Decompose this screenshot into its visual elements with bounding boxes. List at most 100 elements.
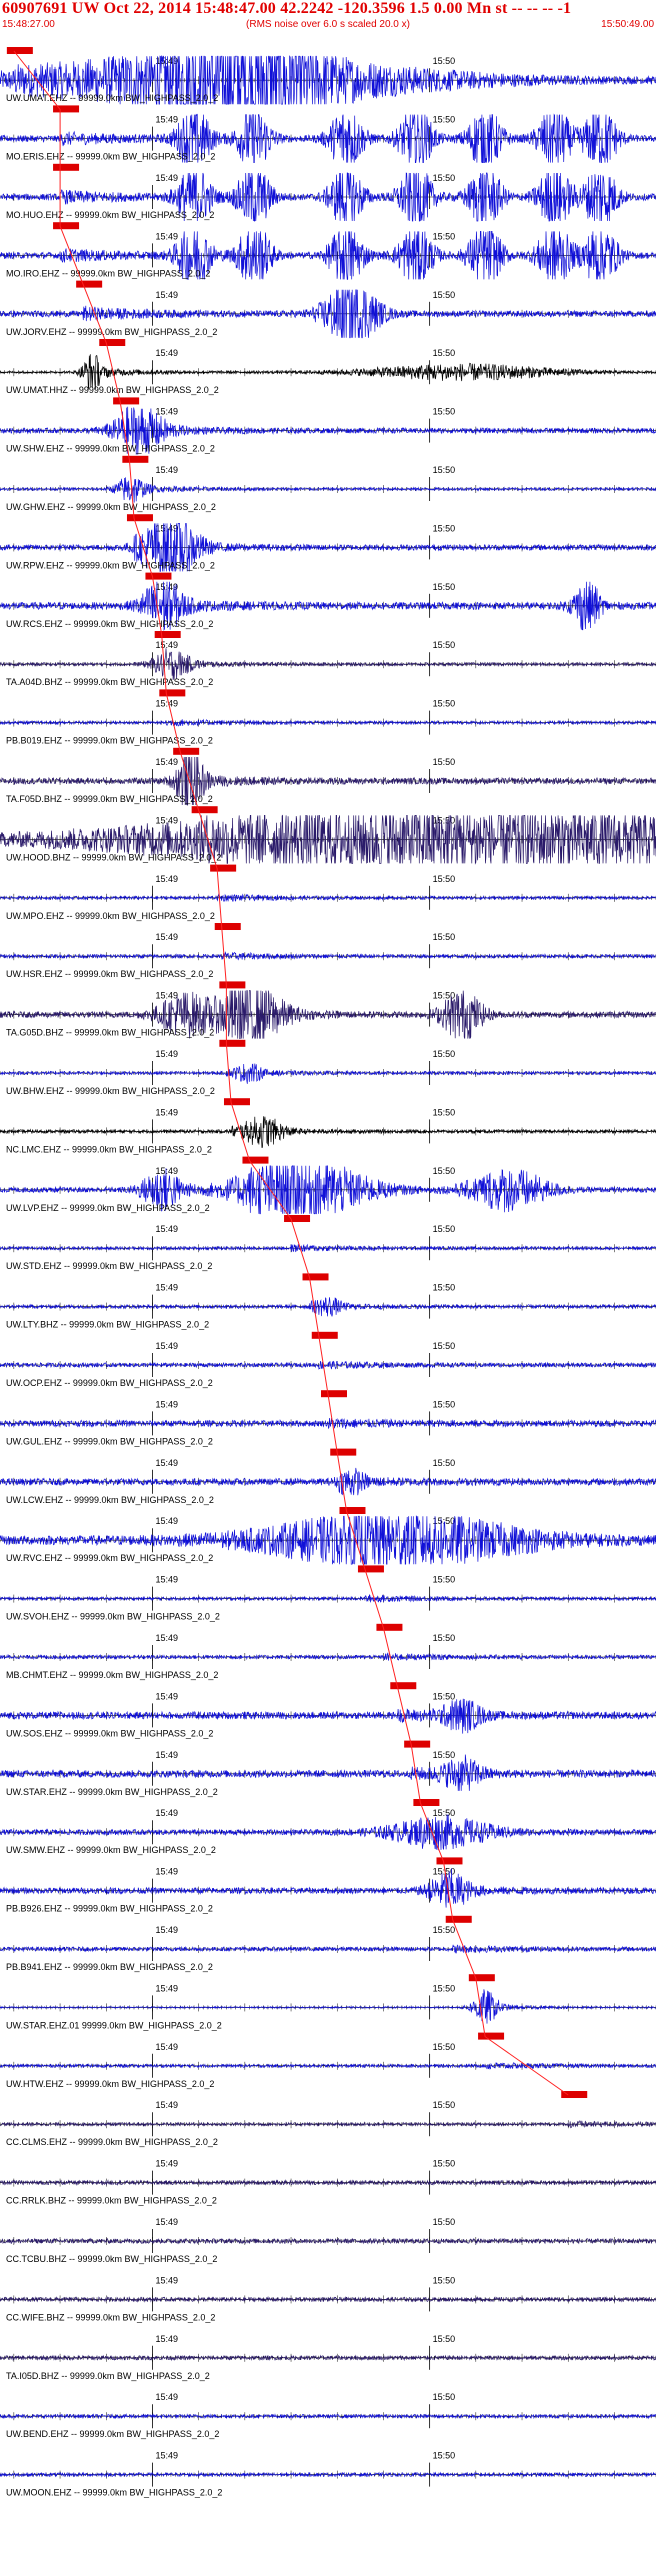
minute-label: 15:50 — [433, 231, 456, 241]
minute-label: 15:49 — [155, 115, 178, 125]
trace-7: 15:49 15:50 UW.GHW.EHZ -- 99999.0km BW_HIG… — [0, 455, 656, 512]
trace-18: 15:49 15:50 NC.LMC.EHZ -- 99999.0km BW_HIG… — [0, 1098, 656, 1154]
trace-label: UW.GUL.EHZ -- 99999.0km BW_HIGHPASS_2.0_… — [6, 1436, 213, 1446]
pick-marker — [436, 1857, 463, 1865]
minute-label: 15:49 — [155, 1399, 178, 1409]
minute-label: 15:49 — [155, 991, 178, 1001]
minute-label: 15:49 — [155, 465, 178, 475]
trace-19: 15:49 15:50 UW.LVP.EHZ -- 99999.0km BW_HIG… — [0, 1156, 656, 1215]
minute-label: 15:50 — [433, 1575, 456, 1585]
end-time: 15:50:49.00 — [601, 19, 654, 30]
pick-marker — [302, 1273, 329, 1281]
minute-label: 15:49 — [155, 1341, 178, 1351]
minute-label: 15:50 — [433, 1691, 456, 1701]
trace-2: 15:49 15:50 MO.HUO.EHZ -- 99999.0km BW_HIG… — [0, 163, 656, 222]
trace-label: UW.SVOH.EHZ -- 99999.0km BW_HIGHPASS_2.0… — [6, 1612, 220, 1622]
pick-marker — [126, 514, 153, 522]
trace-16: 15:49 15:50TA.G05D.BHZ -- 99999.0km BW_HI… — [0, 981, 656, 1040]
waveform — [0, 648, 656, 681]
pick-marker — [53, 222, 80, 230]
trace-27: 15:49 15:50 MB.CHMT.EHZ -- 99999.0km BW_HI… — [0, 1623, 656, 1680]
minute-label: 15:50 — [433, 874, 456, 884]
trace-label: NC.LMC.EHZ -- 99999.0km BW_HIGHPASS_2.0_… — [6, 1144, 212, 1154]
minute-label: 15:49 — [155, 932, 178, 942]
pick-marker — [122, 455, 149, 463]
minute-label: 15:50 — [433, 1750, 456, 1760]
trace-28: 15:49 15:50 UW.SOS.EHZ -- 99999.0km BW_HIG… — [0, 1682, 656, 1738]
waveform — [0, 1243, 656, 1253]
minute-label: 15:49 — [155, 1516, 178, 1526]
minute-label: 15:49 — [155, 1458, 178, 1468]
pick-marker — [376, 1623, 403, 1631]
trace-31: 15:49 15:50PB.B926.EHZ -- 99999.0km BW_HI… — [0, 1857, 656, 1914]
trace-26: 15:49 15:50 UW.SVOH.EHZ -- 99999.0km BW_HI… — [0, 1565, 656, 1622]
pick-marker — [145, 572, 172, 580]
trace-4: 15:49 15:50 UW.JORV.EHZ -- 99999.0km BW_HI… — [0, 280, 656, 339]
trace-label: UW.SHW.EHZ -- 99999.0km BW_HIGHPASS_2.0_… — [6, 444, 215, 454]
minute-label: 15:50 — [433, 523, 456, 533]
minute-label: 15:50 — [433, 1808, 456, 1818]
trace-8: 15:49 15:50UW.RPW.EHZ -- 99999.0km BW_HIG… — [0, 514, 656, 572]
waveform — [0, 1652, 656, 1661]
pick-marker — [357, 1565, 384, 1573]
pick-marker — [223, 1098, 250, 1106]
pick-marker — [242, 1156, 269, 1164]
trace-label: TA.F05D.BHZ -- 99999.0km BW_HIGHPASS_2.0… — [6, 794, 213, 804]
trace-12: 15:49 15:50 TA.F05D.BHZ -- 99999.0km BW_HI… — [0, 747, 656, 806]
minute-label: 15:50 — [433, 1224, 456, 1234]
trace-label: UW.BHW.EHZ -- 99999.0km BW_HIGHPASS_2.0_… — [6, 1086, 215, 1096]
pick-marker — [330, 1448, 357, 1456]
trace-label: PB.B019.EHZ -- 99999.0km BW_HIGHPASS_2.0… — [6, 736, 213, 746]
minute-label: 15:49 — [155, 1691, 178, 1701]
pick-marker — [219, 1039, 246, 1047]
trace-6: 15:49 15:50 UW.SHW.EHZ -- 99999.0km BW_HIG… — [0, 397, 656, 455]
minute-label: 15:50 — [433, 1283, 456, 1293]
pick-marker — [76, 280, 103, 288]
pick-marker — [413, 1799, 440, 1807]
pick-marker — [210, 864, 237, 872]
pick-marker — [191, 806, 218, 814]
minute-label: 15:49 — [155, 1750, 178, 1760]
minute-label: 15:49 — [155, 1283, 178, 1293]
minute-label: 15:49 — [155, 1633, 178, 1643]
minute-label: 15:49 — [155, 699, 178, 709]
minute-label: 15:49 — [155, 1808, 178, 1818]
trace-label: PB.B926.EHZ -- 99999.0km BW_HIGHPASS_2.0… — [6, 1904, 213, 1914]
trace-11: 15:49 15:50 PB.B019.EHZ -- 99999.0km BW_HI… — [0, 689, 656, 746]
trace-13: 15:49 15:50UW.HOOD.BHZ -- 99999.0km BW_HI… — [0, 806, 656, 865]
minute-label: 15:50 — [433, 407, 456, 417]
trace-label: UW.JORV.EHZ -- 99999.0km BW_HIGHPASS_2.0… — [6, 327, 217, 337]
pick-marker — [284, 1215, 311, 1223]
trace-label: UW.RVC.EHZ -- 99999.0km BW_HIGHPASS_2.0_… — [6, 1553, 213, 1563]
pick-marker — [311, 1331, 338, 1339]
pick-marker — [339, 1507, 366, 1515]
minute-label: 15:50 — [433, 1107, 456, 1117]
pick-marker — [219, 981, 246, 989]
minute-label: 15:49 — [155, 1107, 178, 1117]
trace-25: 15:49 15:50UW.RVC.EHZ -- 99999.0km BW_HIG… — [0, 1507, 656, 1565]
trace-23: 15:49 15:50 UW.GUL.EHZ -- 99999.0km BW_HIG… — [0, 1390, 656, 1446]
trace-17: 15:49 15:50 UW.BHW.EHZ -- 99999.0km BW_HIG… — [0, 1039, 656, 1096]
minute-label: 15:50 — [433, 1458, 456, 1468]
minute-label: 15:50 — [433, 348, 456, 358]
trace-1: 15:49 15:50 MO.ERIS.EHZ -- 99999.0km BW_HI… — [0, 105, 656, 163]
trace-14: 15:49 15:50 UW.MPO.EHZ -- 99999.0km BW_HIG… — [0, 864, 656, 921]
trace-label: MO.ERIS.EHZ -- 99999.0km BW_HIGHPASS_2.0… — [6, 152, 215, 162]
trace-22: 15:49 15:50 UW.OCP.EHZ -- 99999.0km BW_HIG… — [0, 1331, 656, 1388]
trace-15: 15:49 15:50 UW.HSR.EHZ -- 99999.0km BW_HIG… — [0, 923, 656, 979]
trace-label: UW.UMAT.HHZ -- 99999.0km BW_HIGHPASS_2.0… — [6, 385, 219, 395]
trace-label: UW.MPO.EHZ -- 99999.0km BW_HIGHPASS_2.0_… — [6, 911, 215, 921]
minute-label: 15:50 — [433, 1633, 456, 1643]
trace-label: MO.IRO.EHZ -- 99999.0km BW_HIGHPASS_2.0_… — [6, 268, 210, 278]
trace-label: TA.A04D.BHZ -- 99999.0km BW_HIGHPASS_2.0… — [6, 677, 213, 687]
trace-label: UW.LVP.EHZ -- 99999.0km BW_HIGHPASS_2.0_… — [6, 1203, 210, 1213]
minute-label: 15:50 — [433, 173, 456, 183]
rms-note: (RMS noise over 6.0 s scaled 20.0 x) — [246, 19, 410, 30]
minute-label: 15:49 — [155, 1224, 178, 1234]
trace-label: UW.SMW.EHZ -- 99999.0km BW_HIGHPASS_2.0_… — [6, 1845, 216, 1855]
trace-label: UW.OCP.EHZ -- 99999.0km BW_HIGHPASS_2.0_… — [6, 1378, 213, 1388]
minute-label: 15:49 — [155, 56, 178, 66]
trace-label: UW.RCS.EHZ -- 99999.0km BW_HIGHPASS_2.0_… — [6, 619, 213, 629]
pick-marker — [53, 163, 80, 171]
trace-20: 15:49 15:50 UW.STD.EHZ -- 99999.0km BW_HIG… — [0, 1215, 656, 1271]
